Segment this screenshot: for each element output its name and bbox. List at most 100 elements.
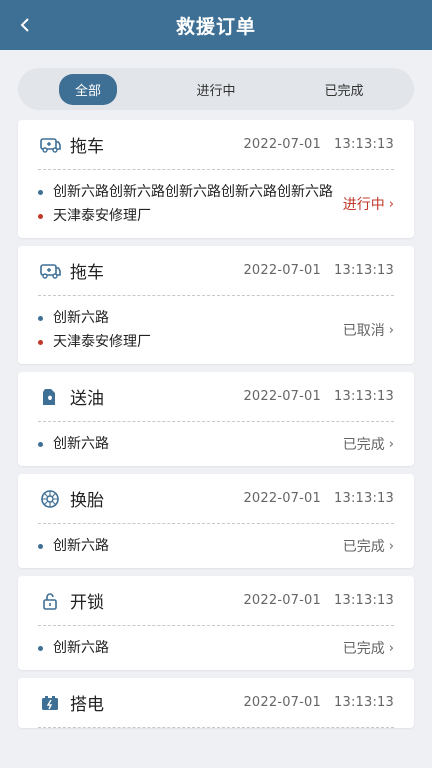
start-address-text: 创新六路创新六路创新六路创新六路创新六路 <box>53 184 333 200</box>
order-card-header: 拖车 2022-07-01 13:13:13 <box>38 246 394 296</box>
order-type: 换胎 <box>70 491 104 511</box>
order-datetime: 2022-07-01 13:13:13 <box>243 263 394 278</box>
order-status-link[interactable]: 已完成 › <box>335 638 394 658</box>
tow-truck-icon <box>38 259 62 283</box>
app-header: 救援订单 <box>0 0 432 50</box>
order-card-body: 创新六路 天津泰安修理厂 已取消 › <box>38 296 394 364</box>
start-address: 创新六路创新六路创新六路创新六路创新六路 <box>38 182 335 202</box>
order-card-header: 搭电 2022-07-01 13:13:13 <box>38 678 394 728</box>
order-time: 13:13:13 <box>334 695 394 710</box>
destination-address: 天津泰安修理厂 <box>38 332 335 352</box>
fuel-icon <box>38 385 62 409</box>
order-time: 13:13:13 <box>334 593 394 608</box>
order-time: 13:13:13 <box>334 389 394 404</box>
order-card[interactable]: 送油 2022-07-01 13:13:13 创新六路 已完成 › <box>18 372 414 466</box>
order-datetime: 2022-07-01 13:13:13 <box>243 593 394 608</box>
chevron-right-icon: › <box>388 196 394 212</box>
order-date: 2022-07-01 <box>243 695 321 710</box>
start-dot <box>38 190 43 195</box>
start-dot <box>38 316 43 321</box>
start-address-text: 创新六路 <box>53 640 109 656</box>
order-status-link[interactable]: 已取消 › <box>335 320 394 340</box>
order-status: 已完成 <box>342 641 385 657</box>
order-card[interactable]: 拖车 2022-07-01 13:13:13 创新六路 天津泰安修理厂 已取消 › <box>18 246 414 364</box>
address-list: 创新六路 天津泰安修理厂 <box>38 308 335 352</box>
order-date: 2022-07-01 <box>243 263 321 278</box>
destination-dot <box>38 214 43 219</box>
order-type: 拖车 <box>70 263 104 283</box>
order-card-body: 创新六路 已完成 › <box>38 422 394 466</box>
start-address: 创新六路 <box>38 638 335 658</box>
order-card[interactable]: 搭电 2022-07-01 13:13:13 <box>18 678 414 728</box>
tab-in-progress[interactable]: 进行中 <box>152 75 280 103</box>
order-datetime: 2022-07-01 13:13:13 <box>243 695 394 710</box>
start-dot <box>38 544 43 549</box>
order-datetime: 2022-07-01 13:13:13 <box>243 491 394 506</box>
order-card[interactable]: 换胎 2022-07-01 13:13:13 创新六路 已完成 › <box>18 474 414 568</box>
order-card-header: 换胎 2022-07-01 13:13:13 <box>38 474 394 524</box>
start-address: 创新六路 <box>38 308 335 328</box>
order-status-link[interactable]: 已完成 › <box>335 536 394 556</box>
order-status: 已完成 <box>342 539 385 555</box>
tow-truck-icon <box>38 133 62 157</box>
order-card-body: 创新六路创新六路创新六路创新六路创新六路 天津泰安修理厂 进行中 › <box>38 170 394 238</box>
start-dot <box>38 442 43 447</box>
order-type: 送油 <box>70 389 104 409</box>
order-card-body: 创新六路 已完成 › <box>38 524 394 568</box>
address-list: 创新六路 <box>38 434 335 454</box>
destination-address-text: 天津泰安修理厂 <box>53 208 151 224</box>
start-address-text: 创新六路 <box>53 310 109 326</box>
filter-tabs: 全部 进行中 已完成 <box>18 68 414 110</box>
order-list: 拖车 2022-07-01 13:13:13 创新六路创新六路创新六路创新六路创… <box>0 120 432 728</box>
chevron-right-icon: › <box>388 322 394 338</box>
tire-icon <box>38 487 62 511</box>
tab-all-label: 全部 <box>58 73 117 105</box>
start-address: 创新六路 <box>38 434 335 454</box>
order-type: 搭电 <box>70 695 104 715</box>
order-date: 2022-07-01 <box>243 389 321 404</box>
order-date: 2022-07-01 <box>243 491 321 506</box>
order-date: 2022-07-01 <box>243 137 321 152</box>
battery-icon <box>38 691 62 715</box>
order-card[interactable]: 拖车 2022-07-01 13:13:13 创新六路创新六路创新六路创新六路创… <box>18 120 414 238</box>
order-status: 已完成 <box>342 437 385 453</box>
chevron-left-icon <box>20 18 29 32</box>
address-list: 创新六路创新六路创新六路创新六路创新六路 天津泰安修理厂 <box>38 182 335 226</box>
start-address: 创新六路 <box>38 536 335 556</box>
tab-completed-label: 已完成 <box>324 83 364 99</box>
address-list: 创新六路 <box>38 638 335 658</box>
order-card[interactable]: 开锁 2022-07-01 13:13:13 创新六路 已完成 › <box>18 576 414 670</box>
tab-all[interactable]: 全部 <box>24 73 152 105</box>
order-time: 13:13:13 <box>334 137 394 152</box>
order-datetime: 2022-07-01 13:13:13 <box>243 389 394 404</box>
start-address-text: 创新六路 <box>53 538 109 554</box>
order-type: 开锁 <box>70 593 104 613</box>
filter-tabs-container: 全部 进行中 已完成 <box>0 50 432 120</box>
start-address-text: 创新六路 <box>53 436 109 452</box>
order-card-body: 创新六路 已完成 › <box>38 626 394 670</box>
destination-dot <box>38 340 43 345</box>
chevron-right-icon: › <box>388 538 394 554</box>
page-title: 救援订单 <box>175 15 256 38</box>
order-card-header: 开锁 2022-07-01 13:13:13 <box>38 576 394 626</box>
tab-in-progress-label: 进行中 <box>196 83 236 99</box>
order-status: 已取消 <box>342 323 385 339</box>
order-date: 2022-07-01 <box>243 593 321 608</box>
order-time: 13:13:13 <box>334 263 394 278</box>
chevron-right-icon: › <box>388 436 394 452</box>
order-card-header: 拖车 2022-07-01 13:13:13 <box>38 120 394 170</box>
order-time: 13:13:13 <box>334 491 394 506</box>
chevron-right-icon: › <box>388 640 394 656</box>
order-type: 拖车 <box>70 137 104 157</box>
order-status: 进行中 <box>342 197 385 213</box>
start-dot <box>38 646 43 651</box>
unlock-icon <box>38 589 62 613</box>
order-status-link[interactable]: 已完成 › <box>335 434 394 454</box>
address-list: 创新六路 <box>38 536 335 556</box>
destination-address-text: 天津泰安修理厂 <box>53 334 151 350</box>
order-status-link[interactable]: 进行中 › <box>335 194 394 214</box>
order-card-header: 送油 2022-07-01 13:13:13 <box>38 372 394 422</box>
destination-address: 天津泰安修理厂 <box>38 206 335 226</box>
back-button[interactable] <box>14 13 36 37</box>
tab-completed[interactable]: 已完成 <box>280 75 408 103</box>
